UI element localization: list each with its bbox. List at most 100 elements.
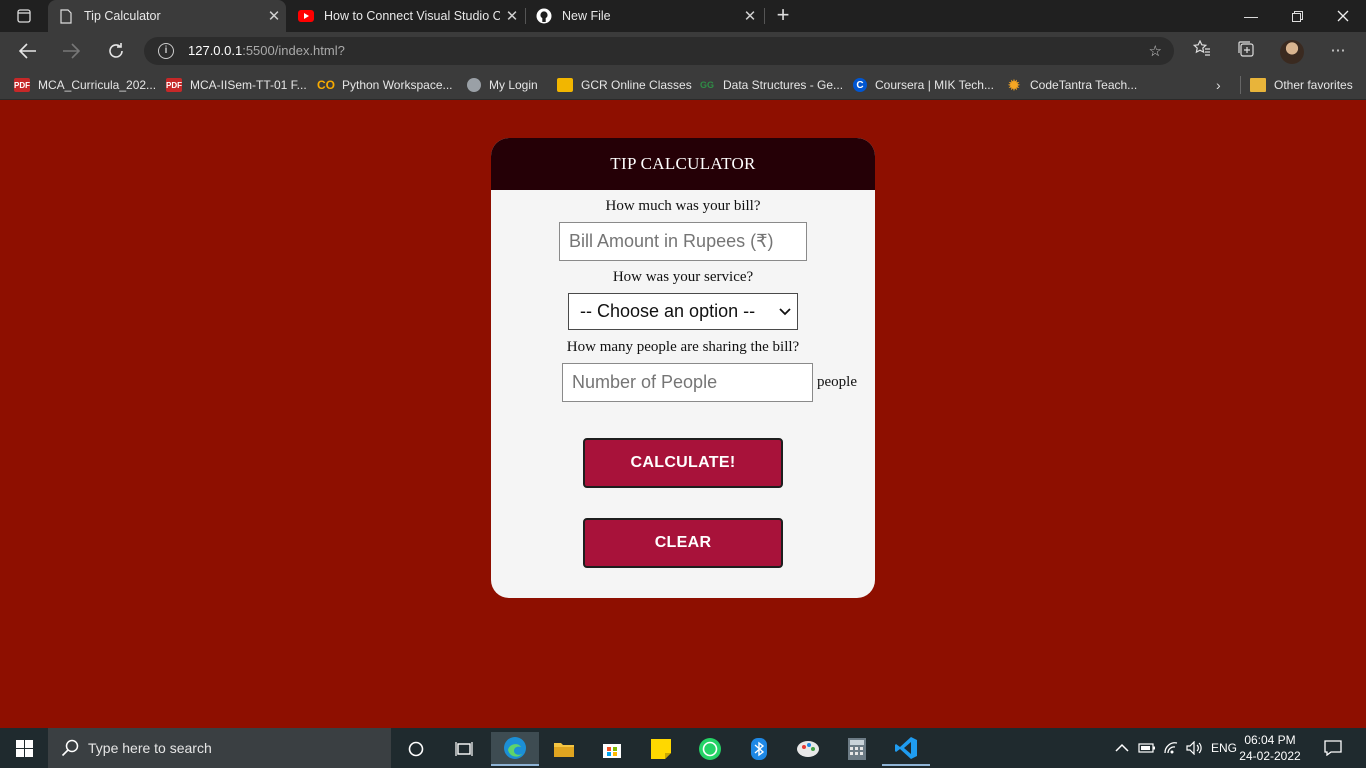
tab-tip-calculator[interactable]: Tip Calculator ✕: [48, 0, 286, 32]
clear-button[interactable]: CLEAR: [583, 518, 783, 568]
close-tab-icon[interactable]: ✕: [738, 7, 762, 25]
other-favorites[interactable]: Other favorites: [1250, 76, 1353, 94]
bill-amount-input[interactable]: Bill Amount in Rupees (₹): [559, 222, 807, 261]
clock-date: 24-02-2022: [1239, 749, 1301, 763]
site-info-icon[interactable]: i: [158, 43, 174, 59]
taskbar-clock[interactable]: 06:04 PM 24-02-2022: [1238, 732, 1302, 764]
wifi-icon[interactable]: [1163, 728, 1179, 768]
more-options-icon[interactable]: ⋯: [1327, 40, 1349, 62]
forward-arrow-icon: [63, 43, 80, 59]
favorite-item[interactable]: My Login: [467, 76, 538, 94]
tip-calculator-card: TIP CALCULATOR How much was your bill? B…: [491, 138, 875, 598]
page-icon: [58, 8, 74, 24]
address-bar[interactable]: i 127.0.0.1:5500/index.html? ☆: [144, 37, 1174, 65]
close-tab-icon[interactable]: ✕: [500, 7, 524, 25]
codetantra-icon: ✹: [1008, 76, 1020, 93]
close-window-button[interactable]: [1320, 0, 1366, 32]
back-arrow-icon: [19, 43, 36, 59]
collections-icon[interactable]: [1235, 40, 1257, 62]
tab-separator: [764, 8, 765, 24]
notifications-icon[interactable]: [1324, 728, 1342, 768]
battery-icon[interactable]: [1138, 728, 1156, 768]
tab-actions-button[interactable]: [0, 0, 48, 32]
service-selected-value: -- Choose an option --: [580, 301, 756, 321]
favorite-label: Coursera | MIK Tech...: [875, 78, 994, 92]
search-icon: [61, 739, 79, 757]
minimize-button[interactable]: —: [1228, 0, 1274, 32]
task-view-icon[interactable]: [440, 732, 488, 766]
youtube-icon: [298, 8, 314, 24]
favorites-icon[interactable]: [1191, 39, 1213, 62]
tab-title: New File: [562, 9, 611, 23]
tab-actions-icon: [17, 9, 31, 23]
folder-icon: [1250, 78, 1266, 92]
refresh-button[interactable]: [100, 35, 132, 67]
microsoft-store-icon[interactable]: [588, 732, 636, 766]
close-icon: [1337, 10, 1349, 22]
tab-github[interactable]: New File ✕: [526, 0, 762, 32]
favorite-label: CodeTantra Teach...: [1030, 78, 1138, 92]
windows-logo-icon: [15, 739, 33, 757]
favorite-label: MCA-IISem-TT-01 F...: [190, 78, 307, 92]
add-favorite-icon[interactable]: ☆: [1149, 42, 1162, 60]
service-select[interactable]: -- Choose an option --: [568, 293, 798, 330]
whatsapp-icon[interactable]: [686, 732, 734, 766]
start-button[interactable]: [0, 728, 48, 768]
favorite-item[interactable]: GCR Online Classes: [557, 76, 692, 94]
edge-browser-icon[interactable]: [491, 732, 539, 766]
people-suffix-label: people: [817, 374, 857, 390]
bill-question-label: How much was your bill?: [605, 198, 761, 214]
favorite-label: MCA_Curricula_202...: [38, 78, 157, 92]
login-icon: [467, 78, 481, 92]
tab-title: Tip Calculator: [84, 9, 161, 23]
taskbar-search-box[interactable]: Type here to search: [48, 728, 391, 768]
pdf-icon: PDF: [14, 78, 30, 92]
sticky-notes-icon[interactable]: [637, 732, 685, 766]
favorite-item[interactable]: PDF MCA_Curricula_202...: [14, 76, 156, 94]
favorite-item[interactable]: C Coursera | MIK Tech...: [853, 76, 994, 94]
search-placeholder: Type here to search: [88, 740, 212, 756]
calculator-icon[interactable]: [833, 732, 881, 766]
favorite-label: Data Structures - Ge...: [723, 78, 844, 92]
favorite-label: My Login: [489, 78, 538, 92]
paint-icon[interactable]: [784, 732, 832, 766]
favorite-item[interactable]: ✹ CodeTantra Teach...: [1006, 76, 1137, 94]
classroom-icon: [557, 78, 573, 92]
tab-youtube[interactable]: How to Connect Visual Studio Co ✕: [288, 0, 524, 32]
favorite-item[interactable]: CO Python Workspace...: [317, 76, 453, 94]
language-indicator[interactable]: ENG: [1211, 728, 1237, 768]
github-icon: [536, 8, 552, 24]
favorite-label: GCR Online Classes: [581, 78, 692, 92]
colab-icon: CO: [317, 78, 335, 92]
profile-avatar[interactable]: [1280, 40, 1304, 64]
clock-time: 06:04 PM: [1244, 733, 1296, 747]
file-explorer-icon[interactable]: [540, 732, 588, 766]
tab-title: How to Connect Visual Studio Co: [324, 9, 500, 23]
browser-nav-bar: i 127.0.0.1:5500/index.html? ☆ ⋯: [0, 32, 1366, 70]
restore-button[interactable]: [1274, 0, 1320, 32]
favorite-item[interactable]: PDF MCA-IISem-TT-01 F...: [166, 76, 307, 94]
favorites-overflow-chevron-icon[interactable]: ›: [1216, 76, 1221, 94]
service-question-label: How was your service?: [612, 269, 754, 285]
windows-taskbar: Type here to search ENG 06:04 PM 24-02-2…: [0, 728, 1366, 768]
bluetooth-icon[interactable]: [735, 732, 783, 766]
cortana-icon[interactable]: [392, 732, 440, 766]
people-count-input[interactable]: Number of People: [562, 363, 813, 402]
new-tab-button[interactable]: +: [772, 4, 794, 28]
coursera-icon: C: [853, 78, 867, 92]
close-tab-icon[interactable]: ✕: [262, 7, 286, 25]
back-button[interactable]: [12, 35, 44, 67]
vscode-icon[interactable]: [882, 732, 930, 766]
restore-icon: [1291, 10, 1303, 22]
calculate-button[interactable]: CALCULATE!: [583, 438, 783, 488]
browser-tab-bar: Tip Calculator ✕ How to Connect Visual S…: [0, 0, 1366, 32]
favorites-bar: PDF MCA_Curricula_202... PDF MCA-IISem-T…: [0, 70, 1366, 100]
volume-icon[interactable]: [1186, 728, 1204, 768]
gfg-icon: GG: [699, 80, 714, 90]
favorite-label: Python Workspace...: [342, 78, 453, 92]
forward-button[interactable]: [55, 35, 87, 67]
pdf-icon: PDF: [166, 78, 182, 92]
refresh-icon: [109, 43, 123, 58]
favorite-item[interactable]: GG Data Structures - Ge...: [699, 76, 843, 94]
show-hidden-icons-chevron-icon[interactable]: [1115, 728, 1129, 768]
